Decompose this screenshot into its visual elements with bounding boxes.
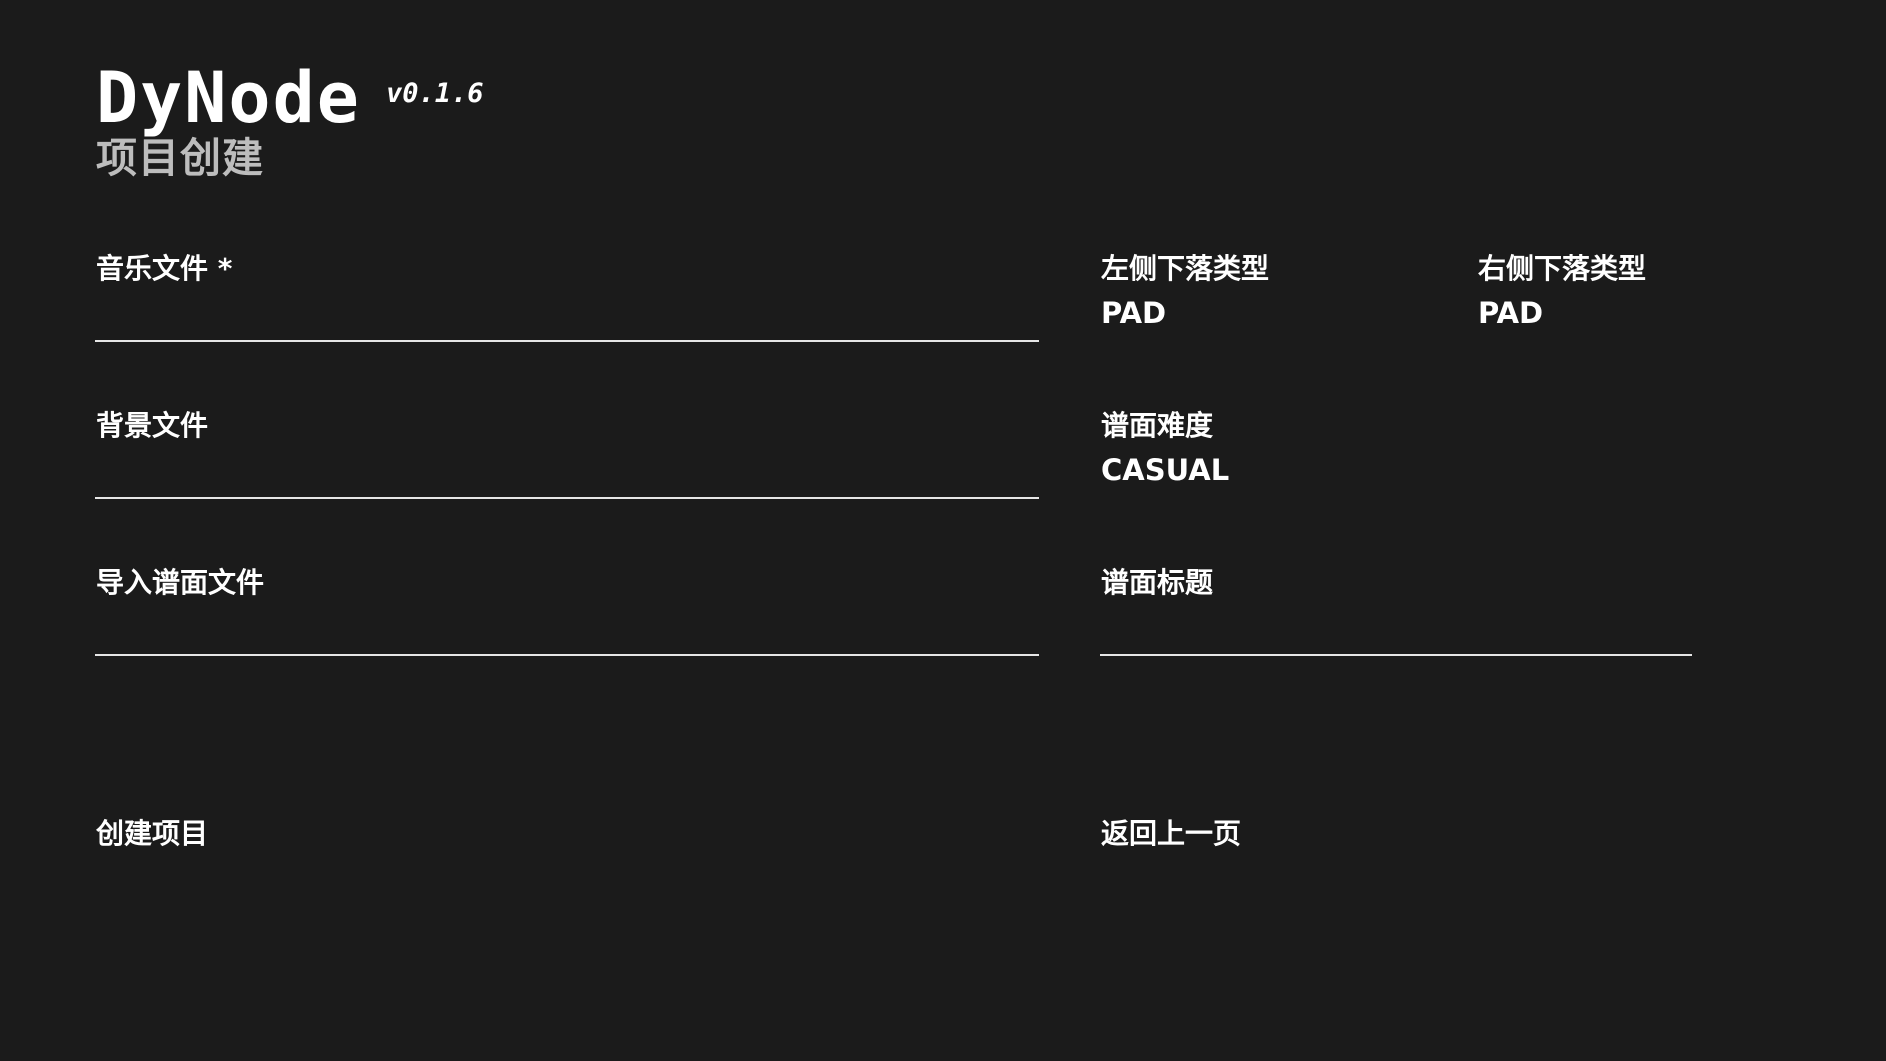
chart-title-input[interactable] <box>1100 612 1696 652</box>
music-file-input[interactable] <box>95 298 1043 338</box>
right-drop-type-selector[interactable]: PAD <box>1478 296 1543 330</box>
page-title: 项目创建 <box>96 134 264 182</box>
chart-title-underline <box>1100 654 1692 656</box>
back-button[interactable]: 返回上一页 <box>1101 817 1241 851</box>
music-file-label: 音乐文件 * <box>96 252 233 285</box>
version-label: v0.1.6 <box>386 78 484 109</box>
chart-difficulty-label: 谱面难度 <box>1101 409 1214 442</box>
left-drop-type-selector[interactable]: PAD <box>1101 296 1166 330</box>
background-file-input[interactable] <box>95 455 1043 495</box>
import-chart-file-underline <box>95 654 1039 656</box>
background-file-label: 背景文件 <box>96 409 209 442</box>
music-file-underline <box>95 340 1039 342</box>
chart-title-label: 谱面标题 <box>1101 566 1214 599</box>
background-file-underline <box>95 497 1039 499</box>
import-chart-file-label: 导入谱面文件 <box>96 566 265 599</box>
right-drop-type-label: 右侧下落类型 <box>1478 252 1647 285</box>
chart-difficulty-selector[interactable]: CASUAL <box>1101 453 1229 487</box>
create-project-button[interactable]: 创建项目 <box>96 817 208 851</box>
import-chart-file-input[interactable] <box>95 612 1043 652</box>
app-name: DyNode <box>96 57 361 139</box>
left-drop-type-label: 左侧下落类型 <box>1101 252 1270 285</box>
app-logo: DyNode <box>96 62 361 134</box>
